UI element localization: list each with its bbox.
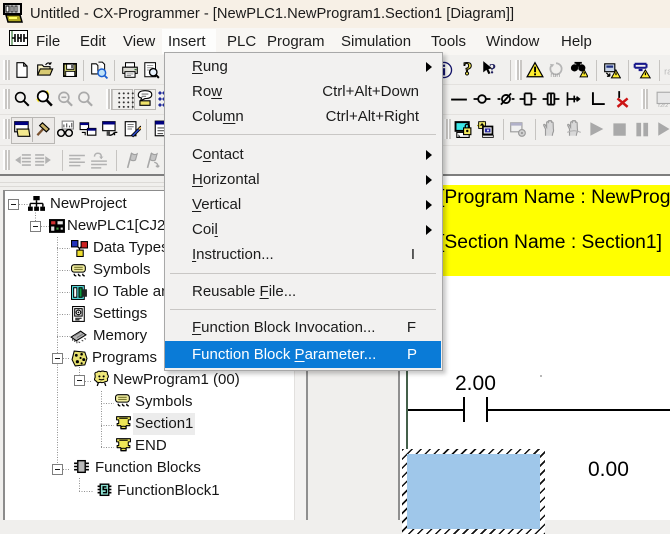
svg-text:ra: ra [664,67,670,77]
svg-text:?: ? [489,62,496,78]
svg-text:r2r2: r2r2 [658,103,668,108]
svg-text:run: run [550,72,560,79]
svg-text:?: ? [463,60,473,78]
